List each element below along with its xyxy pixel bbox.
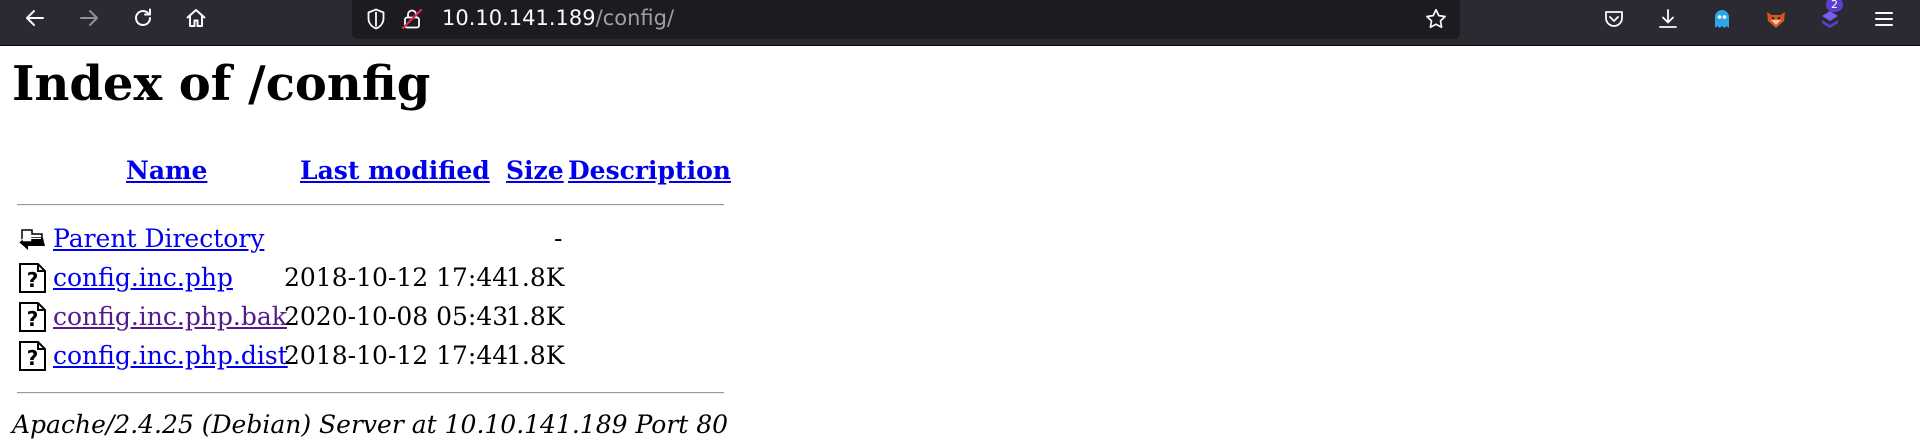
file-link[interactable]: Parent Directory bbox=[53, 224, 264, 253]
column-header-name[interactable]: Name bbox=[126, 156, 207, 185]
file-size: - bbox=[554, 224, 563, 253]
file-size: 1.8K bbox=[506, 263, 565, 292]
url-bar[interactable]: 10.10.141.189/config/ bbox=[352, 0, 1460, 39]
ghost-extension-icon bbox=[1715, 10, 1729, 28]
downloads-icon bbox=[1659, 9, 1677, 28]
unknown-file-icon: ? bbox=[19, 341, 46, 371]
reload-icon bbox=[135, 8, 151, 26]
list-item: Parent Directory - bbox=[0, 222, 740, 256]
page-title: Index of /config bbox=[12, 56, 431, 112]
divider bbox=[17, 392, 724, 394]
back-folder-icon bbox=[18, 229, 45, 250]
divider bbox=[17, 204, 724, 206]
file-link[interactable]: config.inc.php bbox=[53, 263, 233, 292]
list-item: ? config.inc.php.bak 2020-10-08 05:43 1.… bbox=[0, 300, 740, 334]
file-modified: 2020-10-08 05:43 bbox=[284, 302, 509, 331]
url-path: /config/ bbox=[595, 6, 675, 30]
ghost-extension-button[interactable] bbox=[1706, 3, 1738, 35]
downloads-button[interactable] bbox=[1652, 3, 1684, 35]
svg-text:?: ? bbox=[27, 268, 39, 292]
file-size: 1.8K bbox=[506, 302, 565, 331]
bookmark-button[interactable] bbox=[1422, 5, 1450, 33]
home-icon bbox=[186, 9, 206, 27]
url-text[interactable]: 10.10.141.189/config/ bbox=[442, 3, 674, 33]
column-header-description[interactable]: Description bbox=[568, 156, 731, 185]
page-content: Index of /config Name Last modified Size… bbox=[0, 46, 1920, 441]
back-arrow-icon bbox=[26, 10, 44, 26]
reload-button[interactable] bbox=[125, 2, 161, 34]
bookmark-star-icon bbox=[1426, 8, 1446, 29]
file-link[interactable]: config.inc.php.bak bbox=[53, 302, 287, 331]
tracking-protection-button[interactable] bbox=[362, 5, 390, 33]
browser-toolbar: 10.10.141.189/config/ 2 bbox=[0, 0, 1920, 46]
forward-button[interactable] bbox=[71, 2, 107, 34]
pocket-icon bbox=[1605, 11, 1623, 27]
back-button[interactable] bbox=[17, 2, 53, 34]
home-button[interactable] bbox=[178, 2, 214, 34]
column-header-size[interactable]: Size bbox=[506, 156, 564, 185]
column-header-last-modified[interactable]: Last modified bbox=[300, 156, 490, 185]
server-signature: Apache/2.4.25 (Debian) Server at 10.10.1… bbox=[12, 410, 729, 439]
url-host: 10.10.141.189 bbox=[442, 6, 596, 30]
foxyproxy-extension-button[interactable] bbox=[1760, 3, 1792, 35]
list-item: ? config.inc.php 2018-10-12 17:44 1.8K bbox=[0, 261, 740, 295]
app-menu-button[interactable] bbox=[1868, 3, 1900, 35]
pocket-button[interactable] bbox=[1598, 3, 1630, 35]
file-modified: 2018-10-12 17:44 bbox=[284, 263, 509, 292]
file-modified: 2018-10-12 17:44 bbox=[284, 341, 509, 370]
svg-text:?: ? bbox=[27, 346, 39, 370]
foxyproxy-extension-icon bbox=[1767, 12, 1785, 28]
shield-icon bbox=[367, 8, 385, 30]
site-info-button[interactable] bbox=[398, 5, 426, 33]
unknown-file-icon: ? bbox=[19, 263, 46, 293]
unknown-file-icon: ? bbox=[19, 302, 46, 332]
insecure-lock-icon bbox=[401, 8, 423, 30]
hamburger-menu-icon bbox=[1875, 12, 1893, 26]
file-size: 1.8K bbox=[506, 341, 565, 370]
list-item: ? config.inc.php.dist 2018-10-12 17:44 1… bbox=[0, 339, 740, 373]
forward-arrow-icon bbox=[80, 10, 98, 26]
file-link[interactable]: config.inc.php.dist bbox=[53, 341, 288, 370]
svg-text:?: ? bbox=[27, 307, 39, 331]
